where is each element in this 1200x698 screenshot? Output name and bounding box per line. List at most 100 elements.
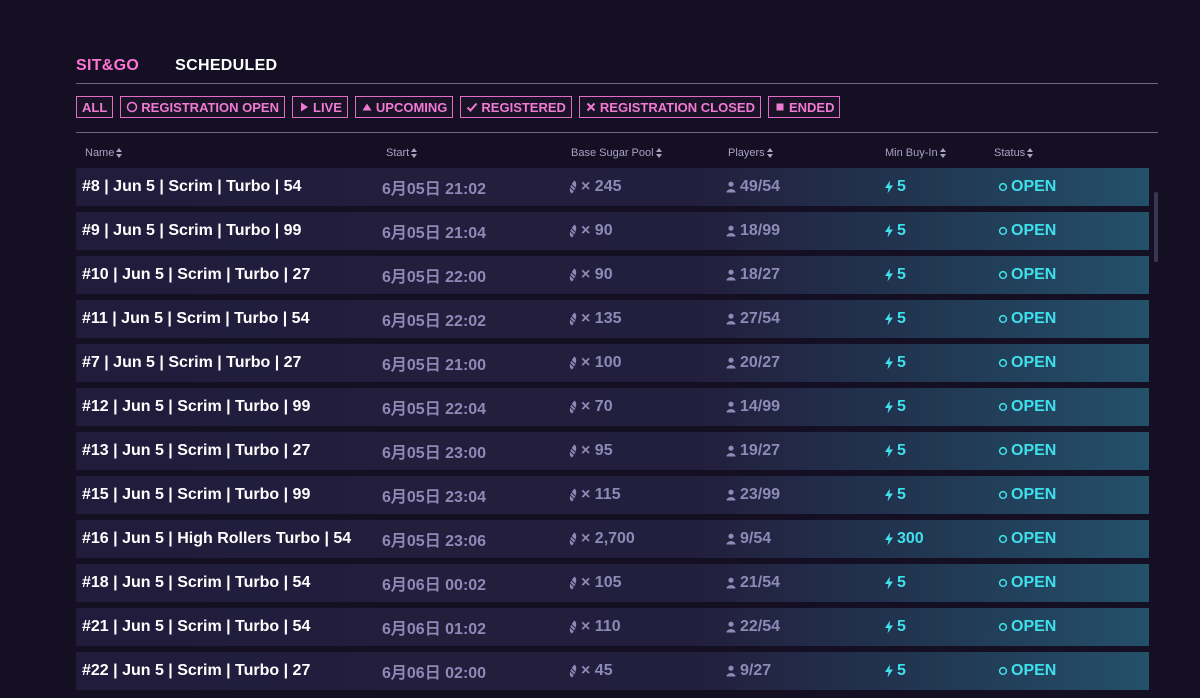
tournament-name: #10 | Jun 5 | Scrim | Turbo | 27 xyxy=(82,256,310,294)
user-icon xyxy=(726,489,736,501)
tournament-name-text: #9 | Jun 5 | Scrim | Turbo | 99 xyxy=(82,222,302,239)
filter-upcoming[interactable]: UPCOMING xyxy=(354,96,454,118)
column-header-start[interactable]: Start xyxy=(386,147,418,159)
table-row[interactable]: #15 | Jun 5 | Scrim | Turbo | 99 6月05日 2… xyxy=(76,476,1149,514)
scrollbar[interactable] xyxy=(1154,192,1158,262)
sugar-pool: × 90 xyxy=(568,256,613,294)
column-header-pool[interactable]: Base Sugar Pool xyxy=(571,147,662,159)
column-label: Status xyxy=(994,147,1026,159)
min-buyin: 5 xyxy=(884,300,906,338)
column-header-name[interactable]: Name xyxy=(85,147,123,159)
user-icon xyxy=(726,533,736,545)
filter-all[interactable]: ALL xyxy=(76,96,114,118)
user-icon xyxy=(726,621,736,633)
filter-ended[interactable]: ENDED xyxy=(767,96,841,118)
lightning-icon xyxy=(884,268,894,282)
sugar-pool-text: × 135 xyxy=(581,310,622,327)
filter-registration-open[interactable]: REGISTRATION OPEN xyxy=(120,96,285,118)
table-row[interactable]: #8 | Jun 5 | Scrim | Turbo | 54 6月05日 21… xyxy=(76,168,1149,206)
table-row[interactable]: #21 | Jun 5 | Scrim | Turbo | 54 6月06日 0… xyxy=(76,608,1149,646)
sugar-pool-text: × 95 xyxy=(581,442,613,459)
min-buyin-text: 300 xyxy=(897,530,924,547)
table-row[interactable]: #13 | Jun 5 | Scrim | Turbo | 27 6月05日 2… xyxy=(76,432,1149,470)
sugar-pool-text: × 245 xyxy=(581,178,622,195)
status-text: OPEN xyxy=(1011,398,1057,415)
circle-icon xyxy=(998,182,1008,192)
table-row[interactable]: #7 | Jun 5 | Scrim | Turbo | 27 6月05日 21… xyxy=(76,344,1149,382)
circle-icon xyxy=(998,534,1008,544)
sugar-pool-text: × 2,700 xyxy=(581,530,635,547)
sugar-pool-text: × 90 xyxy=(581,266,613,283)
table-row[interactable]: #18 | Jun 5 | Scrim | Turbo | 54 6月06日 0… xyxy=(76,564,1149,602)
sugar-icon xyxy=(568,180,578,194)
sugar-icon xyxy=(568,400,578,414)
start-time-text: 6月05日 22:00 xyxy=(382,269,487,286)
circle-icon xyxy=(126,101,138,113)
min-buyin-text: 5 xyxy=(897,222,906,239)
sugar-pool: × 45 xyxy=(568,652,613,690)
player-count: 14/99 xyxy=(726,388,780,426)
column-label: Players xyxy=(728,147,765,159)
start-time: 6月06日 01:02 xyxy=(382,608,486,646)
check-icon xyxy=(466,101,478,113)
player-count: 49/54 xyxy=(726,168,780,206)
tournament-name-text: #12 | Jun 5 | Scrim | Turbo | 99 xyxy=(82,398,311,415)
table-row[interactable]: #22 | Jun 5 | Scrim | Turbo | 27 6月06日 0… xyxy=(76,652,1149,690)
filter-registration-closed[interactable]: REGISTRATION CLOSED xyxy=(578,96,761,118)
min-buyin-text: 5 xyxy=(897,354,906,371)
player-count-text: 18/99 xyxy=(740,222,781,239)
tournament-name-text: #10 | Jun 5 | Scrim | Turbo | 27 xyxy=(82,266,311,283)
sugar-icon xyxy=(568,664,578,678)
sugar-icon xyxy=(568,532,578,546)
start-time-text: 6月05日 21:00 xyxy=(382,357,487,374)
tournament-name: #18 | Jun 5 | Scrim | Turbo | 54 xyxy=(82,564,310,602)
filter-label: UPCOMING xyxy=(375,99,448,115)
tournament-name: #15 | Jun 5 | Scrim | Turbo | 99 xyxy=(82,476,310,514)
sugar-pool-text: × 70 xyxy=(581,398,613,415)
filter-label: LIVE xyxy=(313,99,342,115)
table-row[interactable]: #9 | Jun 5 | Scrim | Turbo | 99 6月05日 21… xyxy=(76,212,1149,250)
status-text: OPEN xyxy=(1011,530,1057,547)
lightning-icon xyxy=(884,356,894,370)
table-row[interactable]: #12 | Jun 5 | Scrim | Turbo | 99 6月05日 2… xyxy=(76,388,1149,426)
min-buyin-text: 5 xyxy=(897,574,906,591)
sugar-icon xyxy=(568,268,578,282)
sugar-pool-text: × 100 xyxy=(581,354,622,371)
column-header-buyin[interactable]: Min Buy-In xyxy=(885,147,946,159)
table-row[interactable]: #11 | Jun 5 | Scrim | Turbo | 54 6月05日 2… xyxy=(76,300,1149,338)
column-header-players[interactable]: Players xyxy=(728,147,773,159)
sort-icon xyxy=(655,148,662,158)
square-icon xyxy=(774,101,786,113)
table-row[interactable]: #10 | Jun 5 | Scrim | Turbo | 27 6月05日 2… xyxy=(76,256,1149,294)
sugar-pool: × 70 xyxy=(568,388,613,426)
circle-icon xyxy=(998,578,1008,588)
tournament-name: #8 | Jun 5 | Scrim | Turbo | 54 xyxy=(82,168,301,206)
tab-bar: SIT&GO SCHEDULED xyxy=(76,57,277,75)
sugar-pool-text: × 45 xyxy=(581,662,613,679)
min-buyin: 5 xyxy=(884,388,906,426)
tournament-name-text: #13 | Jun 5 | Scrim | Turbo | 27 xyxy=(82,442,311,459)
tab-sitgo[interactable]: SIT&GO xyxy=(76,57,139,75)
tournament-name-text: #7 | Jun 5 | Scrim | Turbo | 27 xyxy=(82,354,302,371)
lightning-icon xyxy=(884,312,894,326)
sugar-icon xyxy=(568,576,578,590)
filter-label: ALL xyxy=(82,99,108,115)
sugar-pool: × 90 xyxy=(568,212,613,250)
player-count-text: 19/27 xyxy=(740,442,781,459)
min-buyin: 5 xyxy=(884,652,906,690)
min-buyin: 5 xyxy=(884,212,906,250)
sugar-pool-text: × 115 xyxy=(581,486,621,503)
column-header-status[interactable]: Status xyxy=(994,147,1034,159)
start-time-text: 6月05日 21:04 xyxy=(382,225,487,242)
player-count-text: 27/54 xyxy=(740,310,781,327)
filter-registered[interactable]: REGISTERED xyxy=(460,96,572,118)
status-badge: OPEN xyxy=(998,256,1056,294)
filter-live[interactable]: LIVE xyxy=(292,96,348,118)
player-count-text: 23/99 xyxy=(740,486,781,503)
sugar-icon xyxy=(568,356,578,370)
tab-scheduled[interactable]: SCHEDULED xyxy=(175,57,277,75)
table-row[interactable]: #16 | Jun 5 | High Rollers Turbo | 54 6月… xyxy=(76,520,1149,558)
start-time-text: 6月05日 23:04 xyxy=(382,489,487,506)
tournament-name: #9 | Jun 5 | Scrim | Turbo | 99 xyxy=(82,212,301,250)
player-count-text: 49/54 xyxy=(740,178,781,195)
